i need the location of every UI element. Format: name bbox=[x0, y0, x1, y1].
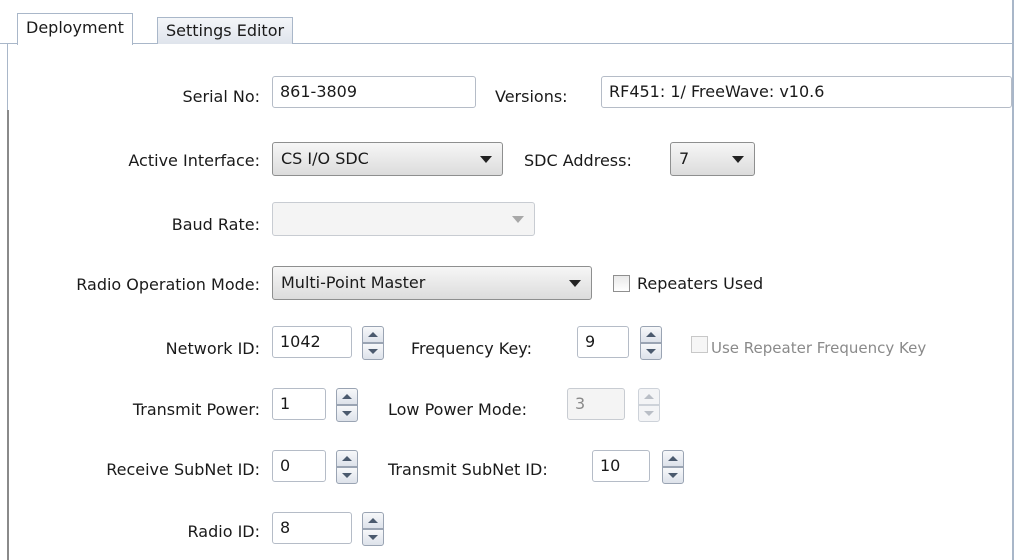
baud-rate-label: Baud Rate: bbox=[171, 215, 260, 234]
sdc-address-select[interactable]: 7 bbox=[670, 142, 755, 176]
network-id-label: Network ID: bbox=[165, 339, 260, 358]
sdc-address-value: 7 bbox=[679, 149, 690, 168]
transmit-power-label: Transmit Power: bbox=[132, 400, 260, 419]
spin-up-icon[interactable] bbox=[336, 388, 358, 405]
chevron-down-icon bbox=[512, 216, 524, 223]
spin-down-icon[interactable] bbox=[362, 343, 384, 360]
spin-up-icon[interactable] bbox=[336, 450, 358, 467]
radio-id-label: Radio ID: bbox=[187, 522, 260, 541]
spin-up-icon[interactable] bbox=[662, 450, 684, 467]
repeaters-used-label: Repeaters Used bbox=[637, 274, 764, 293]
frequency-key-spinner[interactable] bbox=[640, 326, 662, 360]
spin-down-icon[interactable] bbox=[336, 405, 358, 422]
use-repeater-frequency-key-label: Use Repeater Frequency Key bbox=[711, 339, 927, 357]
network-id-field[interactable]: 1042 bbox=[272, 326, 352, 358]
transmit-power-spinner[interactable] bbox=[336, 388, 358, 422]
spin-up-icon[interactable] bbox=[362, 512, 384, 529]
low-power-mode-label: Low Power Mode: bbox=[388, 400, 528, 419]
chevron-down-icon bbox=[732, 156, 744, 163]
radio-id-field[interactable]: 8 bbox=[272, 512, 352, 544]
serial-no-field[interactable]: 861-3809 bbox=[272, 76, 476, 108]
panel-left-shadow bbox=[7, 110, 9, 560]
serial-no-label: Serial No: bbox=[182, 87, 260, 106]
versions-field[interactable]: RF451: 1/ FreeWave: v10.6 bbox=[601, 76, 1012, 108]
transmit-subnet-id-spinner[interactable] bbox=[662, 450, 684, 484]
tab-settings-editor[interactable]: Settings Editor bbox=[157, 17, 294, 44]
spin-down-icon[interactable] bbox=[662, 467, 684, 484]
radio-operation-mode-label: Radio Operation Mode: bbox=[76, 275, 260, 294]
tab-strip: Deployment Settings Editor bbox=[0, 0, 1014, 45]
spin-up-icon[interactable] bbox=[638, 388, 660, 405]
spin-down-icon[interactable] bbox=[638, 405, 660, 422]
transmit-power-field[interactable]: 1 bbox=[272, 388, 326, 420]
receive-subnet-id-label: Receive SubNet ID: bbox=[106, 460, 260, 479]
chevron-down-icon bbox=[569, 280, 581, 287]
active-interface-value: CS I/O SDC bbox=[281, 149, 369, 168]
transmit-subnet-id-label: Transmit SubNet ID: bbox=[388, 460, 548, 479]
use-repeater-frequency-key-checkbox[interactable] bbox=[691, 336, 708, 353]
spin-up-icon[interactable] bbox=[640, 326, 662, 343]
spin-down-icon[interactable] bbox=[640, 343, 662, 360]
frequency-key-field[interactable]: 9 bbox=[577, 326, 629, 358]
low-power-mode-field[interactable]: 3 bbox=[567, 388, 625, 420]
sdc-address-label: SDC Address: bbox=[524, 151, 632, 170]
chevron-down-icon bbox=[480, 156, 492, 163]
active-interface-select[interactable]: CS I/O SDC bbox=[272, 142, 503, 176]
spin-up-icon[interactable] bbox=[362, 326, 384, 343]
receive-subnet-id-spinner[interactable] bbox=[336, 450, 358, 484]
low-power-mode-spinner[interactable] bbox=[638, 388, 660, 422]
baud-rate-select[interactable] bbox=[272, 202, 535, 236]
frequency-key-label: Frequency Key: bbox=[411, 339, 532, 358]
radio-operation-mode-value: Multi-Point Master bbox=[281, 273, 426, 292]
receive-subnet-id-field[interactable]: 0 bbox=[272, 450, 326, 482]
radio-id-spinner[interactable] bbox=[362, 512, 384, 546]
repeaters-used-checkbox[interactable] bbox=[613, 275, 630, 292]
radio-operation-mode-select[interactable]: Multi-Point Master bbox=[272, 266, 592, 300]
transmit-subnet-id-field[interactable]: 10 bbox=[592, 450, 650, 482]
active-interface-label: Active Interface: bbox=[128, 151, 260, 170]
spin-down-icon[interactable] bbox=[362, 529, 384, 546]
network-id-spinner[interactable] bbox=[362, 326, 384, 360]
tab-deployment[interactable]: Deployment bbox=[17, 13, 133, 45]
spin-down-icon[interactable] bbox=[336, 467, 358, 484]
versions-label: Versions: bbox=[495, 87, 568, 106]
